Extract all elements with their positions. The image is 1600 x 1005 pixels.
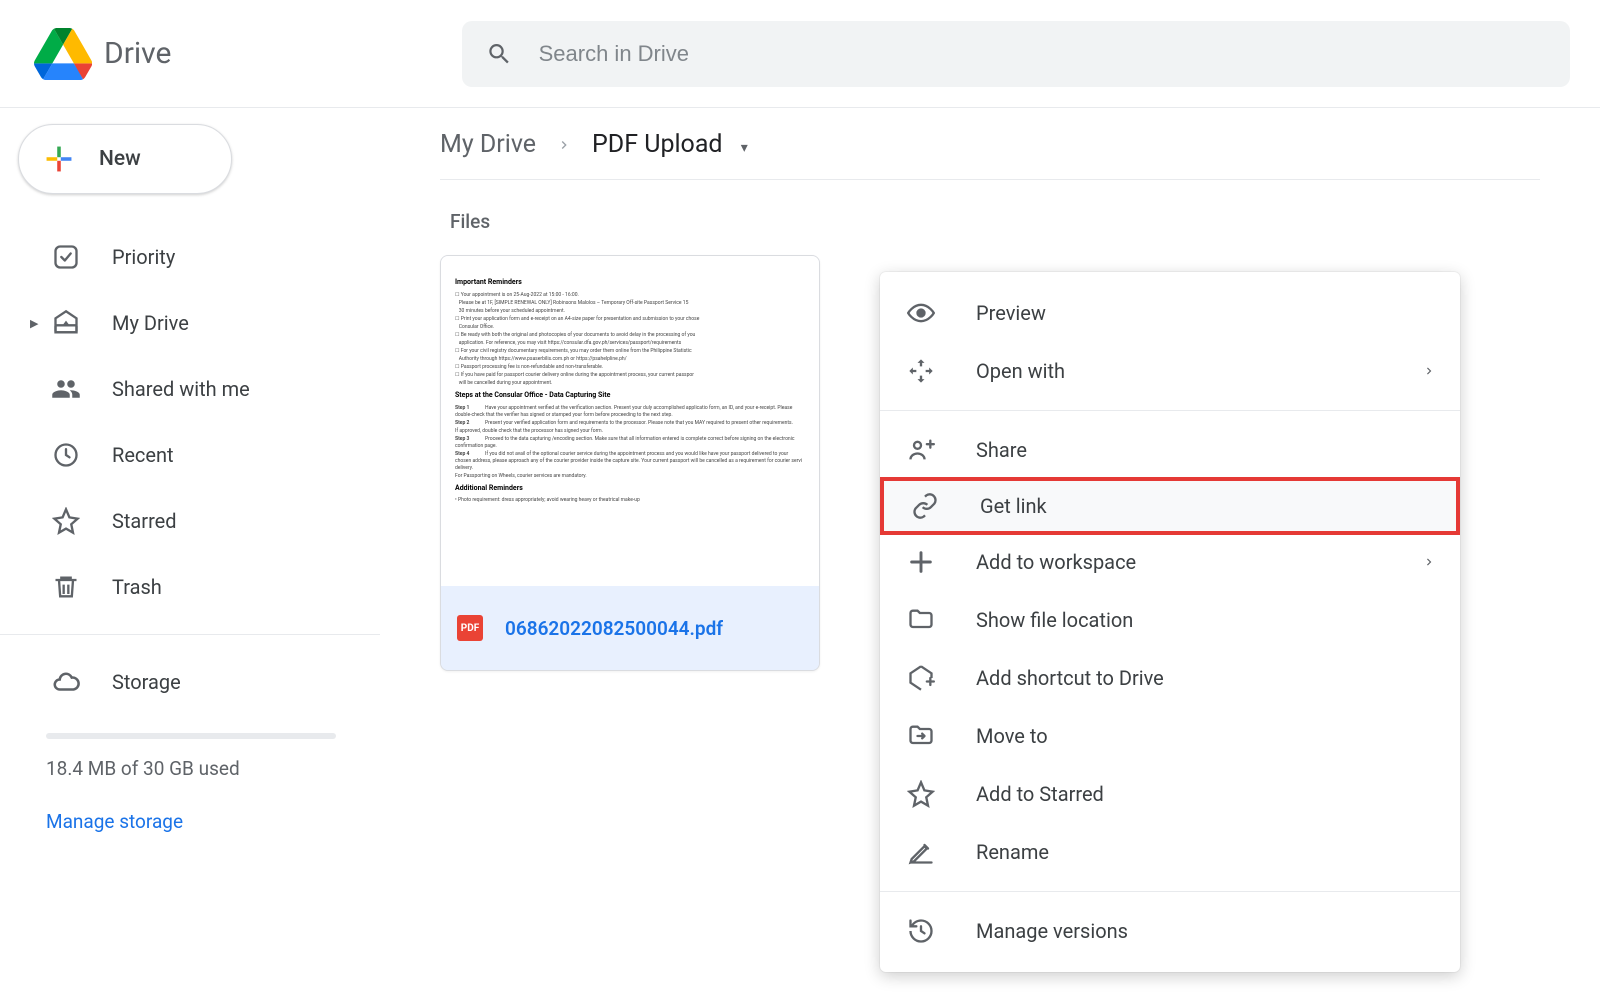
chevron-down-icon: ▾ bbox=[741, 140, 748, 156]
menu-item-manage-versions[interactable]: Manage versions bbox=[880, 902, 1460, 960]
menu-label: Add to Starred bbox=[976, 782, 1104, 806]
storage-progress-bar bbox=[46, 733, 336, 739]
new-button-label: New bbox=[99, 147, 141, 171]
trash-icon bbox=[50, 571, 82, 603]
files-section-label: Files bbox=[450, 210, 1540, 233]
menu-divider bbox=[880, 410, 1460, 411]
app-title: Drive bbox=[104, 36, 171, 71]
breadcrumb-root[interactable]: My Drive bbox=[440, 130, 536, 159]
menu-label: Share bbox=[976, 438, 1027, 462]
menu-label: Add shortcut to Drive bbox=[976, 666, 1164, 690]
menu-item-share[interactable]: Share bbox=[880, 421, 1460, 479]
menu-label: Open with bbox=[976, 359, 1065, 383]
menu-item-show-location[interactable]: Show file location bbox=[880, 591, 1460, 649]
search-icon bbox=[486, 40, 513, 68]
shortcut-icon bbox=[906, 663, 936, 693]
chevron-right-icon bbox=[556, 137, 572, 153]
sidebar-item-label: Trash bbox=[112, 575, 162, 599]
manage-storage-link[interactable]: Manage storage bbox=[46, 810, 380, 833]
sidebar-item-label: My Drive bbox=[112, 311, 189, 335]
sidebar-item-label: Shared with me bbox=[112, 377, 250, 401]
eye-icon bbox=[906, 298, 936, 328]
link-icon bbox=[910, 491, 940, 521]
menu-item-open-with[interactable]: Open with bbox=[880, 342, 1460, 400]
file-preview-thumbnail: Important Reminders ☐ Your appointment i… bbox=[441, 256, 819, 586]
menu-label: Add to workspace bbox=[976, 550, 1136, 574]
sidebar-item-label: Priority bbox=[112, 245, 175, 269]
file-card[interactable]: Important Reminders ☐ Your appointment i… bbox=[440, 255, 820, 671]
menu-item-rename[interactable]: Rename bbox=[880, 823, 1460, 881]
starred-icon bbox=[50, 505, 82, 537]
rename-icon bbox=[906, 837, 936, 867]
logo-area[interactable]: Drive bbox=[34, 25, 462, 83]
file-name-label: 06862022082500044.pdf bbox=[505, 617, 723, 640]
chevron-right-icon bbox=[1422, 555, 1436, 569]
breadcrumb-current-label: PDF Upload bbox=[592, 130, 722, 159]
search-input[interactable] bbox=[539, 41, 1546, 67]
shared-icon bbox=[50, 373, 82, 405]
menu-label: Rename bbox=[976, 840, 1049, 864]
sidebar-item-priority[interactable]: Priority bbox=[18, 224, 380, 290]
menu-item-add-workspace[interactable]: Add to workspace bbox=[880, 533, 1460, 591]
sidebar-item-recent[interactable]: Recent bbox=[18, 422, 380, 488]
breadcrumb-current[interactable]: PDF Upload ▾ bbox=[592, 130, 748, 159]
folder-icon bbox=[906, 605, 936, 635]
menu-item-get-link[interactable]: Get link bbox=[880, 477, 1460, 535]
menu-item-add-shortcut[interactable]: Add shortcut to Drive bbox=[880, 649, 1460, 707]
add-workspace-icon bbox=[906, 547, 936, 577]
share-person-icon bbox=[906, 435, 936, 465]
chevron-right-icon bbox=[1422, 364, 1436, 378]
sidebar: New Priority ▶ My Drive Shared with bbox=[0, 108, 380, 1005]
sidebar-item-label: Starred bbox=[112, 509, 177, 533]
menu-label: Move to bbox=[976, 724, 1048, 748]
plus-icon bbox=[43, 143, 75, 175]
menu-label: Get link bbox=[980, 494, 1047, 518]
recent-icon bbox=[50, 439, 82, 471]
cloud-icon bbox=[50, 666, 82, 698]
menu-label: Preview bbox=[976, 301, 1046, 325]
menu-item-add-starred[interactable]: Add to Starred bbox=[880, 765, 1460, 823]
file-footer: PDF 06862022082500044.pdf bbox=[441, 586, 819, 670]
sidebar-item-starred[interactable]: Starred bbox=[18, 488, 380, 554]
move-icon bbox=[906, 721, 936, 751]
menu-item-move-to[interactable]: Move to bbox=[880, 707, 1460, 765]
new-button[interactable]: New bbox=[18, 124, 232, 194]
app-header: Drive bbox=[0, 0, 1600, 108]
menu-label: Manage versions bbox=[976, 919, 1128, 943]
versions-icon bbox=[906, 916, 936, 946]
sidebar-divider bbox=[0, 634, 380, 635]
storage-usage-text: 18.4 MB of 30 GB used bbox=[46, 757, 380, 780]
expand-triangle-icon[interactable]: ▶ bbox=[30, 317, 38, 330]
priority-icon bbox=[50, 241, 82, 273]
sidebar-item-shared[interactable]: Shared with me bbox=[18, 356, 380, 422]
drive-logo-icon bbox=[34, 25, 92, 83]
sidebar-item-label: Recent bbox=[112, 443, 174, 467]
pdf-badge-icon: PDF bbox=[457, 615, 483, 641]
sidebar-item-my-drive[interactable]: ▶ My Drive bbox=[18, 290, 380, 356]
sidebar-item-storage[interactable]: Storage bbox=[18, 649, 380, 715]
context-menu: Preview Open with Share Get link Add to … bbox=[880, 272, 1460, 972]
breadcrumb: My Drive PDF Upload ▾ bbox=[440, 126, 1540, 180]
star-icon bbox=[906, 779, 936, 809]
sidebar-item-label: Storage bbox=[112, 670, 181, 694]
menu-divider bbox=[880, 891, 1460, 892]
open-with-icon bbox=[906, 356, 936, 386]
search-bar[interactable] bbox=[462, 21, 1570, 87]
menu-label: Show file location bbox=[976, 608, 1133, 632]
my-drive-icon bbox=[50, 307, 82, 339]
sidebar-item-trash[interactable]: Trash bbox=[18, 554, 380, 620]
menu-item-preview[interactable]: Preview bbox=[880, 284, 1460, 342]
